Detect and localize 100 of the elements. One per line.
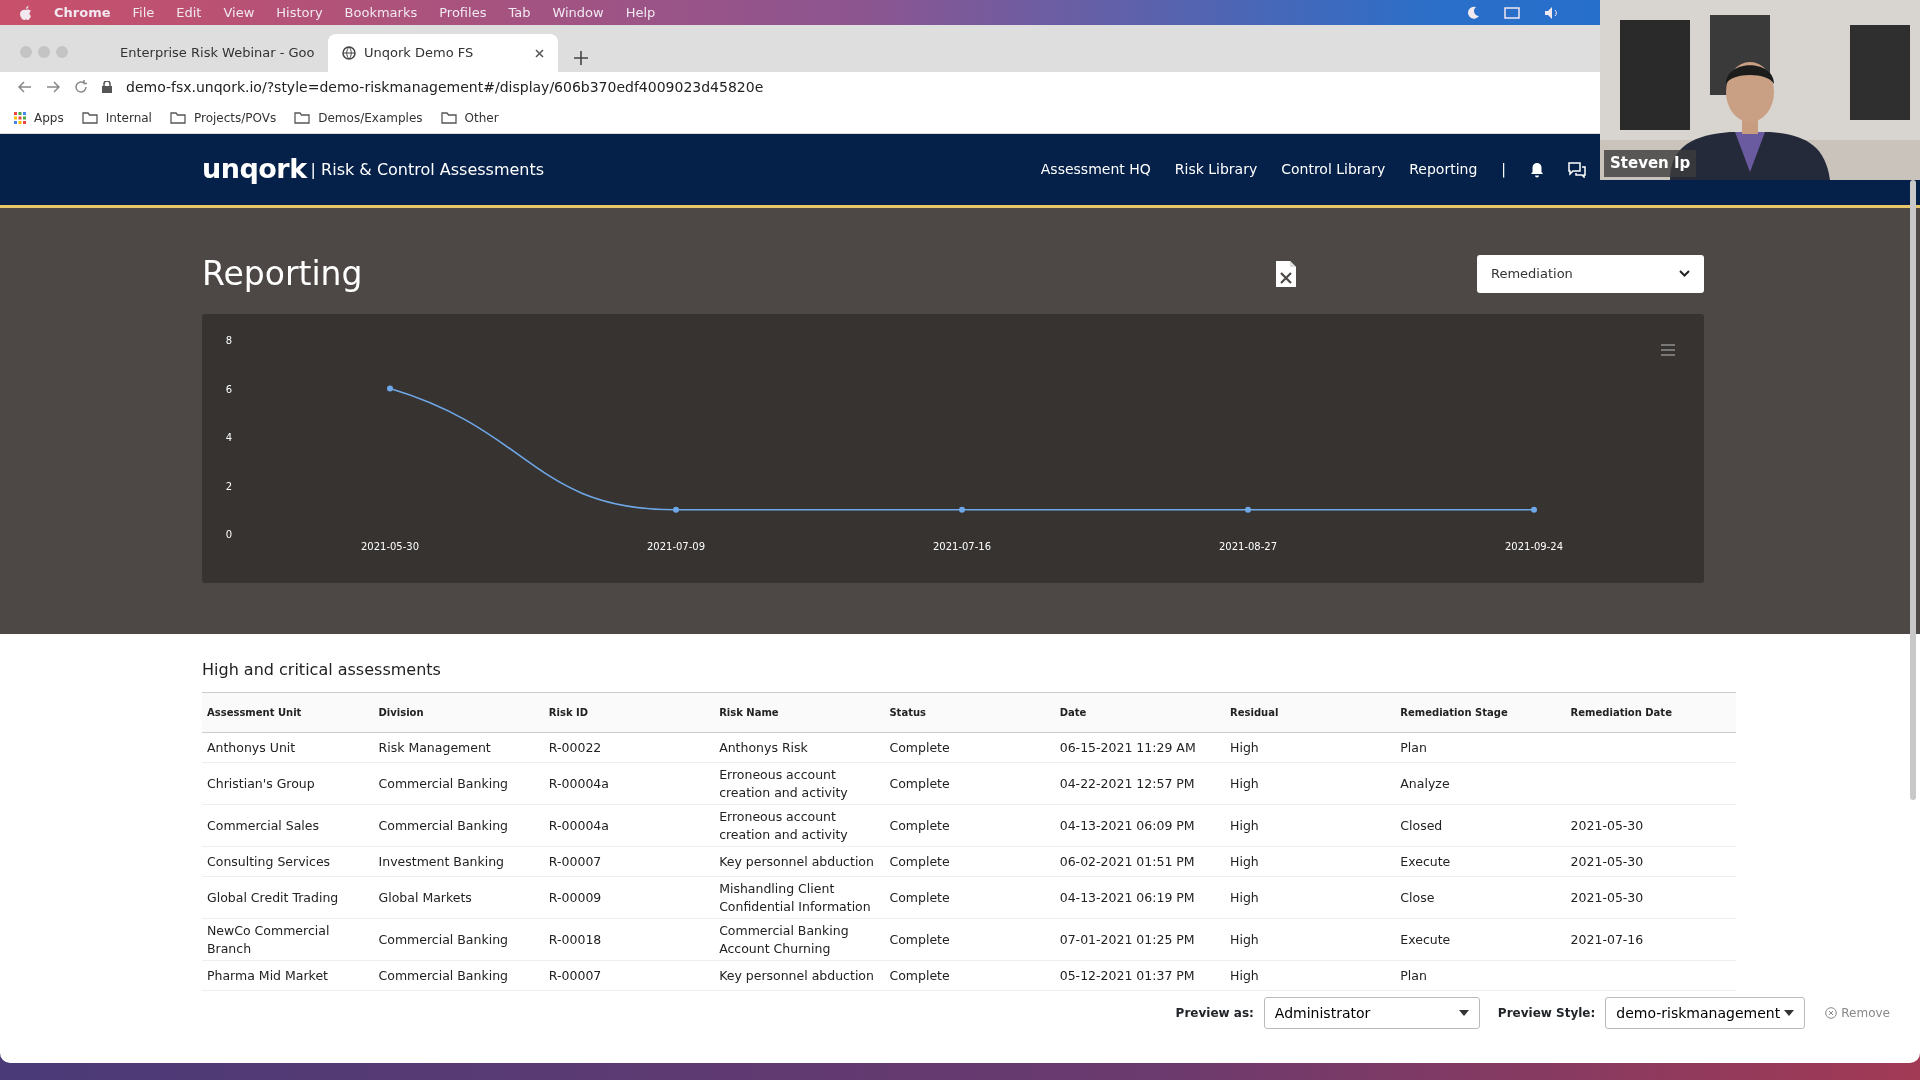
column-header[interactable]: Status: [884, 692, 1055, 733]
menu-item[interactable]: File: [132, 2, 155, 23]
back-icon[interactable]: [18, 81, 32, 93]
menu-item[interactable]: Window: [552, 2, 604, 23]
axis-tick-label: 2: [225, 480, 233, 492]
url-field[interactable]: demo-fsx.unqork.io/?style=demo-riskmanagement#/display/606b370edf4009023d45820e: [126, 76, 764, 98]
close-icon[interactable]: [535, 48, 544, 58]
menu-icon[interactable]: [1661, 343, 1675, 356]
bookmark-link[interactable]: Internal: [105, 108, 152, 127]
table-cell: Commercial Banking: [378, 817, 508, 833]
menu-item[interactable]: Chrome: [54, 2, 111, 23]
table-cell: R-00009: [548, 889, 602, 905]
scrollbar[interactable]: [1910, 180, 1916, 800]
table-cell: Erroneous account creation and activity: [719, 767, 848, 800]
axis-tick-label: 0: [225, 528, 233, 540]
table-cell: High: [1230, 817, 1259, 833]
table-cell: Global Markets: [378, 889, 472, 905]
speaker-icon[interactable]: [1544, 5, 1560, 20]
column-header[interactable]: Risk ID: [543, 692, 715, 733]
table-cell: 2021-05-30: [1570, 853, 1644, 869]
caret-down-icon: [1784, 1010, 1795, 1016]
table-cell: High: [1230, 967, 1259, 983]
remove-button[interactable]: Remove: [1819, 1003, 1896, 1023]
preview-dropdown[interactable]: demo-riskmanagement: [1605, 997, 1806, 1029]
table-cell: R-00004a: [548, 775, 609, 791]
column-header[interactable]: Residual: [1225, 692, 1396, 733]
table-cell: 07-01-2021 01:25 PM: [1059, 931, 1195, 947]
browser-tab[interactable]: Enterprise Risk Webinar - Goo: [98, 34, 328, 72]
folder-icon: [440, 111, 457, 124]
excel-export-icon[interactable]: [1275, 259, 1297, 288]
bookmark-link[interactable]: Projects/POVs: [193, 108, 277, 127]
axis-tick-label: 4: [225, 431, 233, 443]
column-header[interactable]: Assessment Unit: [202, 692, 374, 733]
column-header[interactable]: Remediation Stage: [1395, 692, 1566, 733]
table-cell: Key personnel abduction: [719, 967, 874, 983]
nav-link[interactable]: Reporting: [1409, 159, 1478, 180]
column-header[interactable]: Risk Name: [714, 692, 885, 733]
nav-link[interactable]: Control Library: [1281, 159, 1386, 180]
table-cell: Plan: [1400, 967, 1427, 983]
table-cell: 04-13-2021 06:09 PM: [1059, 817, 1195, 833]
table-cell: Key personnel abduction: [719, 853, 874, 869]
bell-icon[interactable]: [1530, 161, 1544, 178]
preview-dropdown[interactable]: Administrator: [1263, 997, 1480, 1029]
moon-icon[interactable]: [1466, 5, 1480, 20]
report-dropdown[interactable]: Remediation: [1477, 254, 1704, 293]
table-cell: High: [1230, 889, 1259, 905]
table-cell: Complete: [889, 967, 950, 983]
axis-tick-label: 2021-09-24: [1504, 540, 1564, 552]
bookmark-link[interactable]: Demos/Examples: [318, 108, 423, 127]
column-header[interactable]: Remediation Date: [1565, 692, 1736, 733]
axis-tick-label: 2021-07-09: [646, 540, 706, 552]
table-cell: High: [1230, 739, 1259, 755]
table-cell: 05-12-2021 01:37 PM: [1059, 967, 1195, 983]
reload-icon[interactable]: [74, 80, 88, 94]
table-cell: Analyze: [1400, 775, 1450, 791]
chevron-down-icon: [1679, 270, 1690, 278]
table-cell: 06-02-2021 01:51 PM: [1059, 853, 1195, 869]
bookmark-link[interactable]: Apps: [34, 108, 64, 127]
field-label: Preview as:: [1175, 1005, 1254, 1022]
table-cell: 2021-05-30: [1570, 817, 1644, 833]
table-cell: Execute: [1400, 931, 1451, 947]
table-cell: Mishandling Client Confidential Information: [719, 881, 871, 914]
table-cell: Complete: [889, 889, 950, 905]
table-cell: Close: [1400, 889, 1435, 905]
close-circle-icon: [1825, 1007, 1838, 1019]
column-header[interactable]: Division: [373, 692, 544, 733]
table-cell: Risk Management: [378, 739, 491, 755]
table-cell: Complete: [889, 817, 950, 833]
table-cell: R-00007: [548, 967, 602, 983]
menu-item[interactable]: Edit: [176, 2, 202, 23]
table-cell: Commercial Banking: [378, 931, 508, 947]
table-cell: Execute: [1400, 853, 1451, 869]
bookmark-link[interactable]: Other: [464, 108, 499, 127]
table-cell: Pharma Mid Market: [207, 967, 328, 983]
menu-item[interactable]: Profiles: [439, 2, 487, 23]
menu-item[interactable]: Tab: [508, 2, 531, 23]
menu-item[interactable]: View: [223, 2, 255, 23]
column-header[interactable]: Date: [1054, 692, 1225, 733]
menu-item[interactable]: Help: [625, 2, 656, 23]
nav-link[interactable]: Assessment HQ: [1040, 159, 1151, 180]
nav-link[interactable]: Risk Library: [1174, 159, 1258, 180]
forward-icon[interactable]: [46, 81, 60, 93]
table-cell: R-00004a: [548, 817, 609, 833]
display-icon[interactable]: [1504, 6, 1520, 19]
menu-item[interactable]: Bookmarks: [344, 2, 418, 23]
chat-icon[interactable]: [1568, 161, 1586, 178]
menu-item[interactable]: History: [276, 2, 323, 23]
table-cell: Complete: [889, 775, 950, 791]
table-cell: Commercial Banking: [378, 775, 508, 791]
apple-icon[interactable]: [20, 5, 32, 20]
table-cell: 04-13-2021 06:19 PM: [1059, 889, 1195, 905]
app-logo[interactable]: unqork: [202, 149, 307, 190]
table-cell: Erroneous account creation and activity: [719, 809, 848, 842]
lock-icon: [102, 81, 112, 93]
table-cell: High: [1230, 853, 1259, 869]
table-cell: 04-22-2021 12:57 PM: [1059, 775, 1195, 791]
browser-tab[interactable]: Unqork Demo FS: [328, 34, 558, 72]
data-point: [387, 385, 393, 392]
table-cell: Global Credit Trading: [207, 889, 339, 905]
axis-tick-label: 6: [225, 383, 233, 395]
